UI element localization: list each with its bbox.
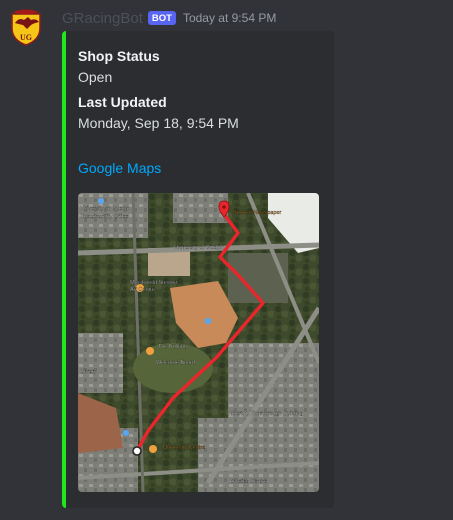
bot-avatar[interactable]: UG bbox=[9, 8, 43, 46]
bot-badge: BOT bbox=[147, 11, 176, 25]
message-timestamp[interactable]: Today at 9:54 PM bbox=[183, 11, 276, 25]
map-label-thornbrough: Albert A. Thornbrough Building bbox=[228, 411, 303, 417]
username[interactable]: GRacingBot bbox=[62, 10, 143, 27]
svg-text:UG: UG bbox=[20, 33, 32, 42]
map-label-sustainability-office: Sustainability Office bbox=[80, 214, 128, 220]
map-label-university-guelph-2: University of Guelph bbox=[174, 245, 224, 251]
map-label-student-newspaper: Student Newspaper bbox=[233, 210, 281, 216]
map-label-university-guelph: University of Guelph bbox=[80, 206, 130, 212]
map-label-welcome-board: Welcome Board bbox=[156, 360, 195, 366]
field-name-last-updated: Last Updated bbox=[78, 94, 167, 110]
eagle-crest-icon: UG bbox=[11, 9, 41, 46]
map-label-art-centre: Art Centre bbox=[130, 287, 155, 293]
chat-message: UG GRacingBot BOT Today at 9:54 PM Shop … bbox=[0, 0, 453, 520]
field-value-last-updated: Monday, Sep 18, 9:54 PM bbox=[78, 115, 239, 131]
field-name-shop-status: Shop Status bbox=[78, 48, 160, 64]
map-label-bullring: The Bullring bbox=[158, 344, 187, 350]
google-maps-link[interactable]: Google Maps bbox=[78, 160, 161, 176]
message-embed: Shop Status Open Last Updated Monday, Se… bbox=[62, 31, 334, 508]
map-label-athletics-centre: Athletics Centre bbox=[228, 479, 267, 485]
map-image[interactable]: Student Newspaper University of Guelph S… bbox=[78, 193, 319, 492]
field-value-shop-status: Open bbox=[78, 69, 113, 85]
message-header: GRacingBot BOT Today at 9:54 PM bbox=[62, 9, 276, 27]
map-label-macdonald-stewart: Macdonald Stewart bbox=[130, 280, 178, 286]
map-label-university-centre: University Centre bbox=[163, 445, 205, 451]
map-label-library: Library bbox=[80, 369, 97, 375]
